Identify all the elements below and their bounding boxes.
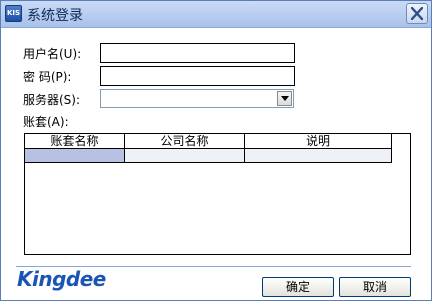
username-label: 用户名(U):: [23, 47, 82, 61]
password-field[interactable]: [100, 66, 295, 86]
row-company-name-cell[interactable]: [125, 149, 245, 163]
title-bar[interactable]: KIS 系统登录: [1, 1, 431, 28]
account-grid[interactable]: 账套名称 公司名称 说明: [24, 133, 411, 255]
close-button[interactable]: [406, 3, 428, 24]
password-input[interactable]: [101, 67, 294, 85]
kingdee-logo: Kingdee: [17, 267, 106, 291]
chevron-down-icon: [281, 96, 289, 101]
window-title: 系统登录: [27, 8, 83, 24]
column-description[interactable]: 说明: [245, 134, 392, 149]
cancel-button[interactable]: 取消: [339, 277, 411, 297]
username-input[interactable]: [101, 44, 294, 62]
password-label: 密 码(P):: [23, 70, 72, 84]
row-account-name-cell[interactable]: [25, 149, 125, 163]
kis-app-icon: KIS: [5, 5, 22, 22]
username-field[interactable]: [100, 43, 295, 63]
ok-button[interactable]: 确定: [262, 277, 334, 297]
account-label: 账套(A):: [23, 115, 69, 129]
close-icon: [411, 7, 423, 20]
login-dialog: KIS 系统登录 用户名(U): 密 码(P): 服务器(S): 账套(A): …: [0, 0, 432, 301]
server-select[interactable]: [100, 89, 294, 108]
column-company-name[interactable]: 公司名称: [125, 134, 245, 149]
row-description-cell[interactable]: [245, 149, 392, 163]
grid-header: 账套名称 公司名称 说明: [25, 134, 392, 149]
column-account-name[interactable]: 账套名称: [25, 134, 125, 149]
server-dropdown-button[interactable]: [277, 91, 292, 106]
server-label: 服务器(S):: [23, 93, 81, 107]
table-row[interactable]: [25, 149, 392, 163]
